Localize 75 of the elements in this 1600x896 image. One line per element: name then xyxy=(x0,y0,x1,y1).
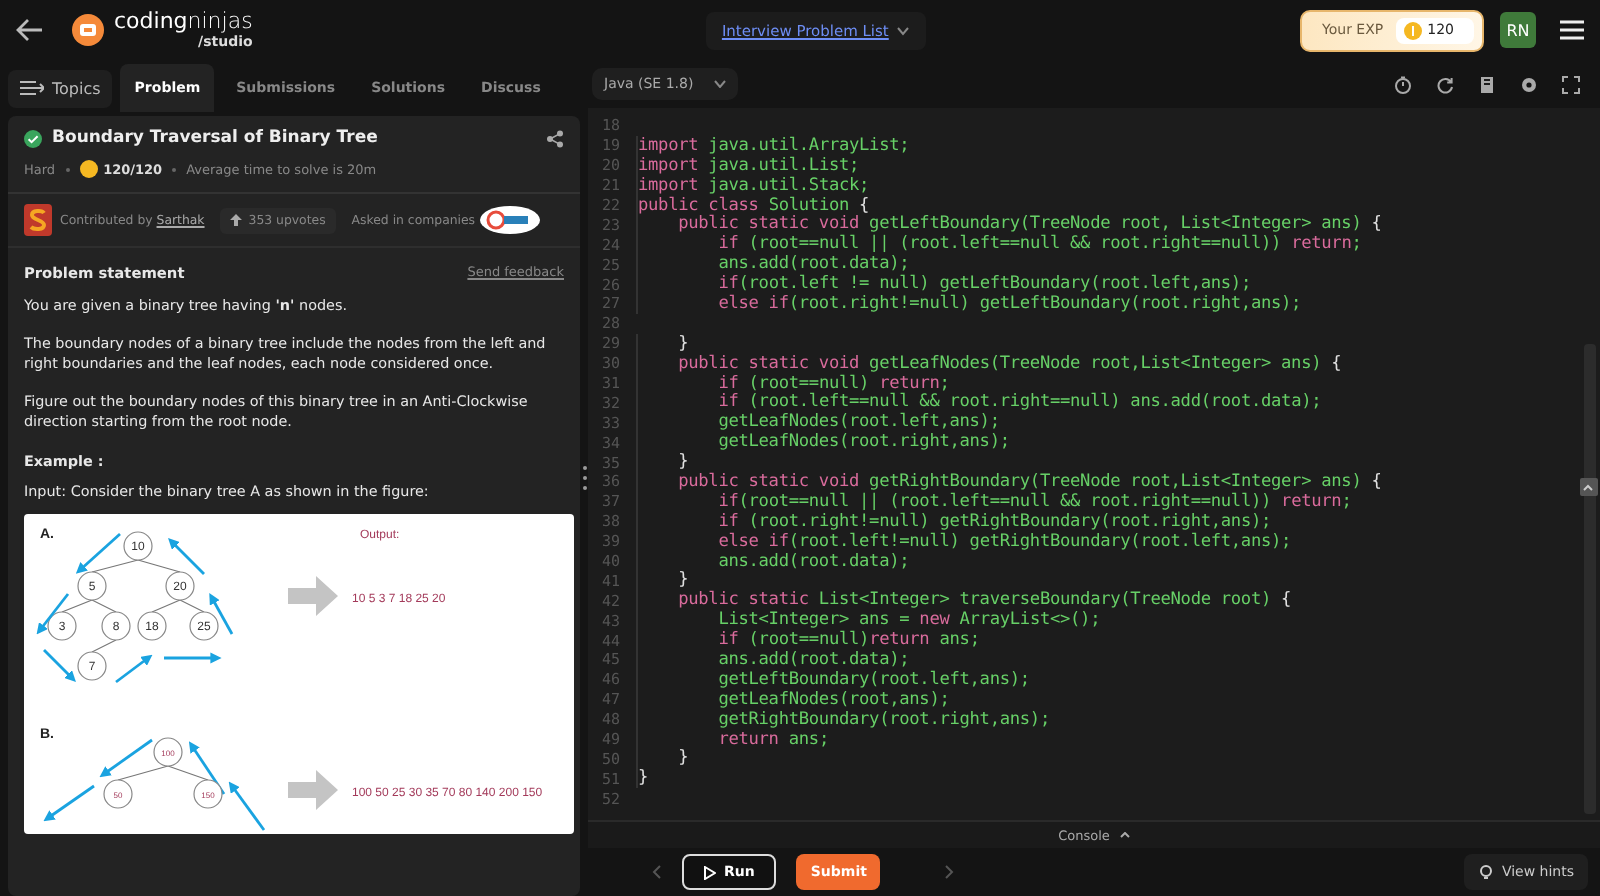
direction-arrow xyxy=(43,784,95,822)
code-line: if (root.left==null && root.right==null) ans.add(root.data); xyxy=(636,392,1322,413)
direction-arrow xyxy=(75,533,121,574)
code-line: if(root.left != null) getLeftBoundary(root.left,ans); xyxy=(636,274,1251,295)
author-logo xyxy=(24,204,52,236)
menu-icon[interactable] xyxy=(1560,20,1584,40)
code-line: if (root==null || (root.left==null && root.right==null)) return; xyxy=(636,234,1362,255)
code-line: } xyxy=(636,452,689,473)
code-line: else if(root.right!=null) getLeftBoundary(root.right,ans); xyxy=(636,293,1302,314)
code-line: getLeftBoundary(root.left,ans); xyxy=(636,669,1030,690)
direction-arrow xyxy=(99,738,153,778)
caret-icon xyxy=(1119,832,1130,838)
drag-handle-icon[interactable] xyxy=(581,464,587,492)
code-line: } xyxy=(636,570,689,591)
direction-arrow xyxy=(209,593,234,635)
direction-arrow xyxy=(188,741,226,795)
code-line: } xyxy=(636,768,649,789)
code-line: } xyxy=(636,333,689,354)
direction-arrow xyxy=(36,593,70,635)
code-line: ans.add(root.data); xyxy=(636,551,910,572)
code-line: getRightBoundary(root.right,ans); xyxy=(636,709,1050,730)
direction-arrow xyxy=(43,649,76,683)
upvote-icon xyxy=(230,214,243,226)
code-line: public static void getRightBoundary(TreeNode root,List<Integer> ans) { xyxy=(636,471,1382,492)
code-line: public class Solution { xyxy=(636,195,870,216)
menu-icon xyxy=(20,80,44,96)
user-avatar[interactable]: RN xyxy=(1500,12,1536,48)
code-line: public static void getLeftBoundary(TreeNode root, List<Integer> ans) { xyxy=(636,214,1382,235)
direction-arrow xyxy=(164,652,222,664)
code-line: import java.util.List; xyxy=(636,155,860,176)
caret-icon xyxy=(713,80,726,88)
settings-icon[interactable] xyxy=(1520,75,1538,93)
code-line: getLeafNodes(root.right,ans); xyxy=(636,432,1010,453)
block-arrow-icon xyxy=(288,770,338,811)
book-icon[interactable] xyxy=(1478,75,1496,93)
code-line: if (root.right!=null) getRightBoundary(root.right,ans); xyxy=(636,511,1272,532)
code-line: } xyxy=(636,748,689,769)
code-editor[interactable] xyxy=(588,108,1600,820)
direction-arrow xyxy=(228,781,266,831)
code-line: getLeafNodes(root,ans); xyxy=(636,689,950,710)
back-arrow-icon[interactable] xyxy=(16,18,44,42)
tree-edge xyxy=(91,639,117,653)
code-line: getLeafNodes(root.left,ans); xyxy=(636,412,1000,433)
code-line: public static void getLeafNodes(TreeNode root,List<Integer> ans) { xyxy=(636,353,1342,374)
logo-icon xyxy=(72,14,104,46)
topics-button[interactable]: Topics xyxy=(8,69,113,107)
direction-arrow xyxy=(115,654,153,684)
code-line: else if(root.left!=null) getRightBoundary(root.left,ans); xyxy=(636,531,1292,552)
code-line: if (root==null)return ans; xyxy=(636,630,980,651)
direction-arrow xyxy=(168,538,205,576)
company-logo xyxy=(479,206,540,234)
code-line: ans.add(root.data); xyxy=(636,650,910,670)
problem-title: Boundary Traversal of Binary Tree xyxy=(52,128,378,148)
previous-icon[interactable] xyxy=(652,864,662,880)
share-icon[interactable] xyxy=(546,129,564,147)
code-line: import java.util.ArrayList; xyxy=(636,135,910,156)
next-icon[interactable] xyxy=(944,864,955,880)
refresh-icon[interactable] xyxy=(1436,75,1454,93)
block-arrow-icon xyxy=(288,576,338,617)
coin-icon xyxy=(79,160,98,178)
code-line: return ans; xyxy=(636,729,829,750)
code-line: ans.add(root.data); xyxy=(636,254,910,275)
code-line: if(root==null || (root.left==null && root.right==null)) return; xyxy=(636,491,1352,512)
code-line: if (root==null) return; xyxy=(636,373,950,394)
timer-icon[interactable] xyxy=(1394,75,1412,93)
code-line: List<Integer> ans = new ArrayList<>(); xyxy=(636,610,1101,631)
code-line: import java.util.Stack; xyxy=(636,175,870,196)
code-line: public static List<Integer> traverseBoundary(TreeNode root) { xyxy=(636,590,1292,611)
play-icon xyxy=(704,865,716,879)
brand-name: codingninjas xyxy=(114,10,253,32)
panel-toggle-icon[interactable] xyxy=(1580,478,1598,496)
fullscreen-icon[interactable] xyxy=(1562,75,1580,93)
bulb-icon xyxy=(1477,864,1494,880)
coin-icon xyxy=(1403,21,1422,39)
caret-icon xyxy=(896,25,911,35)
